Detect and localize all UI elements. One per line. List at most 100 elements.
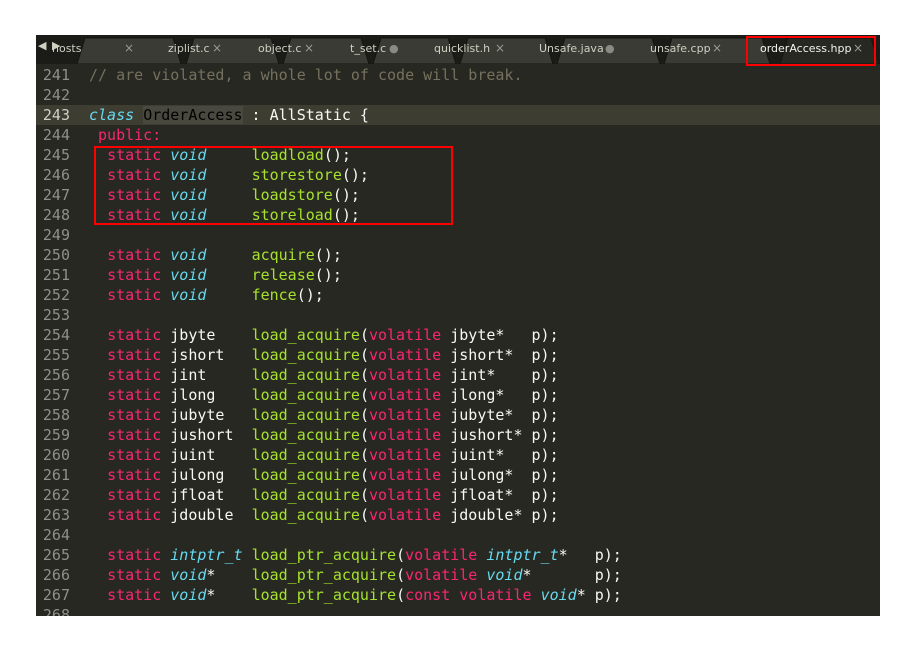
code-line[interactable]: 250 static void acquire(); bbox=[36, 245, 880, 265]
tab-quicklist-h[interactable]: quicklist.h bbox=[434, 42, 490, 55]
line-number: 259 bbox=[42, 426, 70, 444]
line-source: static void acquire(); bbox=[89, 245, 342, 265]
token-p bbox=[161, 286, 170, 304]
token-p: jbyte bbox=[161, 326, 252, 344]
token-f: load_acquire bbox=[251, 426, 360, 444]
token-p: jshort bbox=[161, 346, 252, 364]
code-line[interactable]: 263 static jdouble load_acquire(volatile… bbox=[36, 505, 880, 525]
token-k: static bbox=[107, 446, 162, 464]
code-line[interactable]: 241 // are violated, a whole lot of code … bbox=[36, 65, 880, 85]
token-k: volatile bbox=[368, 386, 442, 404]
token-p bbox=[89, 386, 107, 404]
modified-dot-icon[interactable]: ● bbox=[605, 42, 615, 55]
code-line[interactable]: 268 bbox=[36, 605, 880, 616]
token-f: load_acquire bbox=[251, 446, 360, 464]
line-source: static jfloat load_acquire(volatile jflo… bbox=[89, 485, 559, 505]
code-line[interactable]: 243 class OrderAccess : AllStatic { bbox=[36, 105, 880, 125]
tab-ziplist-c[interactable]: ziplist.c bbox=[168, 42, 210, 55]
line-number: 253 bbox=[42, 306, 70, 324]
code-line[interactable]: 255 static jshort load_acquire(volatile … bbox=[36, 345, 880, 365]
token-k: volatile bbox=[368, 446, 442, 464]
tab-unsafe-cpp[interactable]: unsafe.cpp bbox=[650, 42, 711, 55]
code-line[interactable]: 254 static jbyte load_acquire(volatile j… bbox=[36, 325, 880, 345]
token-hl: OrderAccess bbox=[143, 106, 243, 124]
token-k: const bbox=[405, 586, 451, 604]
code-line[interactable]: 244 public: bbox=[36, 125, 880, 145]
line-number: 248 bbox=[42, 206, 70, 224]
close-icon[interactable]: × bbox=[124, 41, 134, 55]
token-p bbox=[450, 586, 459, 604]
token-p: (); bbox=[296, 286, 324, 304]
close-icon[interactable]: × bbox=[712, 41, 722, 55]
line-source: static jushort load_acquire(volatile jus… bbox=[89, 425, 559, 445]
token-p bbox=[206, 246, 251, 264]
code-line[interactable]: 257 static jlong load_acquire(volatile j… bbox=[36, 385, 880, 405]
line-source: // are violated, a whole lot of code wil… bbox=[89, 65, 522, 85]
token-k: static bbox=[107, 546, 162, 564]
code-line[interactable]: 249 bbox=[36, 225, 880, 245]
token-f: load_acquire bbox=[251, 506, 360, 524]
token-p: ( bbox=[396, 586, 406, 604]
code-line[interactable]: 260 static juint load_acquire(volatile j… bbox=[36, 445, 880, 465]
nav-left-arrow-icon[interactable]: ◀ bbox=[38, 39, 46, 52]
token-p: ( bbox=[396, 546, 406, 564]
token-k: volatile bbox=[368, 326, 442, 344]
token-p: ( bbox=[359, 386, 369, 404]
token-p: jdouble bbox=[161, 506, 252, 524]
line-source: static void fence(); bbox=[89, 285, 324, 305]
tab-t-set-c[interactable]: t_set.c bbox=[350, 42, 386, 55]
token-p bbox=[161, 566, 170, 584]
token-f: load_ptr_acquire bbox=[251, 546, 397, 564]
line-number: 246 bbox=[42, 166, 70, 184]
line-number: 241 bbox=[42, 66, 70, 84]
token-p: * bbox=[206, 586, 252, 604]
token-p bbox=[89, 126, 98, 144]
tab-unsafe-java[interactable]: Unsafe.java bbox=[539, 42, 604, 55]
token-f: load_acquire bbox=[251, 386, 360, 404]
token-k: static bbox=[107, 246, 162, 264]
code-line[interactable]: 256 static jint load_acquire(volatile ji… bbox=[36, 365, 880, 385]
tab-hosts[interactable]: hosts bbox=[52, 42, 81, 55]
close-icon[interactable]: × bbox=[304, 41, 314, 55]
token-p bbox=[161, 266, 170, 284]
token-s: void bbox=[486, 566, 523, 584]
code-line[interactable]: 253 bbox=[36, 305, 880, 325]
token-s: void bbox=[170, 246, 207, 264]
token-k: static bbox=[107, 566, 162, 584]
line-number: 251 bbox=[42, 266, 70, 284]
close-icon[interactable]: × bbox=[212, 41, 222, 55]
tab-object-c[interactable]: object.c bbox=[258, 42, 301, 55]
line-source: static jshort load_acquire(volatile jsho… bbox=[89, 345, 559, 365]
code-line[interactable]: 261 static julong load_acquire(volatile … bbox=[36, 465, 880, 485]
token-p: jushort* p); bbox=[441, 426, 559, 444]
code-line[interactable]: 258 static jubyte load_acquire(volatile … bbox=[36, 405, 880, 425]
token-p bbox=[206, 266, 251, 284]
token-p: jint* p); bbox=[441, 366, 559, 384]
line-source: static intptr_t load_ptr_acquire(volatil… bbox=[89, 545, 622, 565]
code-line[interactable]: 264 bbox=[36, 525, 880, 545]
line-number: 268 bbox=[42, 606, 70, 616]
code-line[interactable]: 242 bbox=[36, 85, 880, 105]
code-line[interactable]: 265 static intptr_t load_ptr_acquire(vol… bbox=[36, 545, 880, 565]
line-number: 247 bbox=[42, 186, 70, 204]
line-number: 244 bbox=[42, 126, 70, 144]
code-line[interactable]: 262 static jfloat load_acquire(volatile … bbox=[36, 485, 880, 505]
token-p bbox=[89, 506, 107, 524]
modified-dot-icon[interactable]: ● bbox=[389, 42, 399, 55]
line-number: 242 bbox=[42, 86, 70, 104]
code-line[interactable]: 267 static void* load_ptr_acquire(const … bbox=[36, 585, 880, 605]
code-line[interactable]: 259 static jushort load_acquire(volatile… bbox=[36, 425, 880, 445]
token-k: static bbox=[107, 386, 162, 404]
token-k: static bbox=[107, 506, 162, 524]
token-c: // are violated, a whole lot of code wil… bbox=[89, 66, 523, 84]
close-icon[interactable]: × bbox=[495, 41, 505, 55]
code-line[interactable]: 252 static void fence(); bbox=[36, 285, 880, 305]
token-k: static bbox=[107, 366, 162, 384]
token-k: volatile bbox=[368, 406, 442, 424]
code-line[interactable]: 251 static void release(); bbox=[36, 265, 880, 285]
line-number: 254 bbox=[42, 326, 70, 344]
token-k: volatile bbox=[405, 566, 478, 584]
token-p: jint bbox=[161, 366, 252, 384]
code-line[interactable]: 266 static void* load_ptr_acquire(volati… bbox=[36, 565, 880, 585]
token-s: void bbox=[170, 586, 207, 604]
